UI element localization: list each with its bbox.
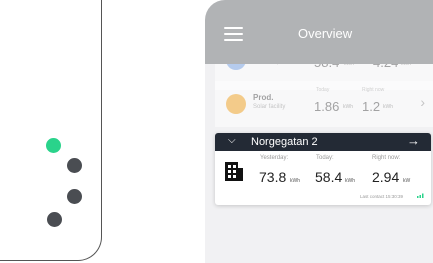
phone-screen: Solar output 58.4 kWh 4.24 kWh Prod. Sol… bbox=[205, 0, 433, 263]
building-icon bbox=[225, 162, 243, 181]
row-subtitle: Solar facility bbox=[253, 104, 286, 110]
unit-right-now: kW bbox=[403, 178, 411, 184]
unit-today: kWh bbox=[345, 178, 355, 184]
chevron-down-icon[interactable]: ⌵ bbox=[228, 135, 236, 146]
row-unit-today: kWh bbox=[343, 104, 353, 110]
row-unit-now: kWh bbox=[383, 104, 393, 110]
value-today: 58.4 bbox=[315, 169, 343, 185]
page-indicator-dot-active[interactable] bbox=[46, 138, 61, 153]
label-yesterday: Yesterday: bbox=[260, 155, 289, 161]
page-indicator-dot[interactable] bbox=[47, 212, 62, 227]
list-item[interactable]: Prod. Solar facility Today Right now 1.8… bbox=[215, 81, 433, 127]
sun-icon bbox=[226, 94, 246, 114]
arrow-right-icon[interactable]: → bbox=[407, 133, 420, 148]
row-value-today: 1.86 bbox=[314, 99, 340, 114]
card-header: ⌵ Norgegatan 2 → bbox=[215, 133, 431, 151]
page-indicator-dot[interactable] bbox=[67, 158, 82, 173]
signal-icon bbox=[417, 193, 424, 198]
row-label-now: Right now bbox=[362, 87, 385, 93]
row-label-today: Today bbox=[316, 87, 330, 93]
value-right-now: 2.94 bbox=[372, 169, 400, 185]
site-card[interactable]: ⌵ Norgegatan 2 → Yesterday: Today: Right… bbox=[215, 133, 431, 205]
label-today: Today: bbox=[316, 155, 334, 161]
value-yesterday: 73.8 bbox=[259, 169, 287, 185]
card-title: Norgegatan 2 bbox=[251, 136, 318, 148]
menu-icon[interactable] bbox=[224, 27, 243, 41]
unit-yesterday: kWh bbox=[290, 178, 300, 184]
label-right-now: Right now: bbox=[372, 155, 401, 161]
last-contact-text: Last contact 15:30:39 bbox=[360, 194, 404, 199]
chevron-right-icon: › bbox=[420, 94, 425, 110]
app-bar: Overview bbox=[205, 0, 433, 64]
row-value-now: 1.2 bbox=[362, 99, 381, 114]
row-title: Prod. bbox=[253, 93, 274, 102]
page-title: Overview bbox=[298, 26, 353, 41]
page-indicator-dot[interactable] bbox=[67, 189, 82, 204]
